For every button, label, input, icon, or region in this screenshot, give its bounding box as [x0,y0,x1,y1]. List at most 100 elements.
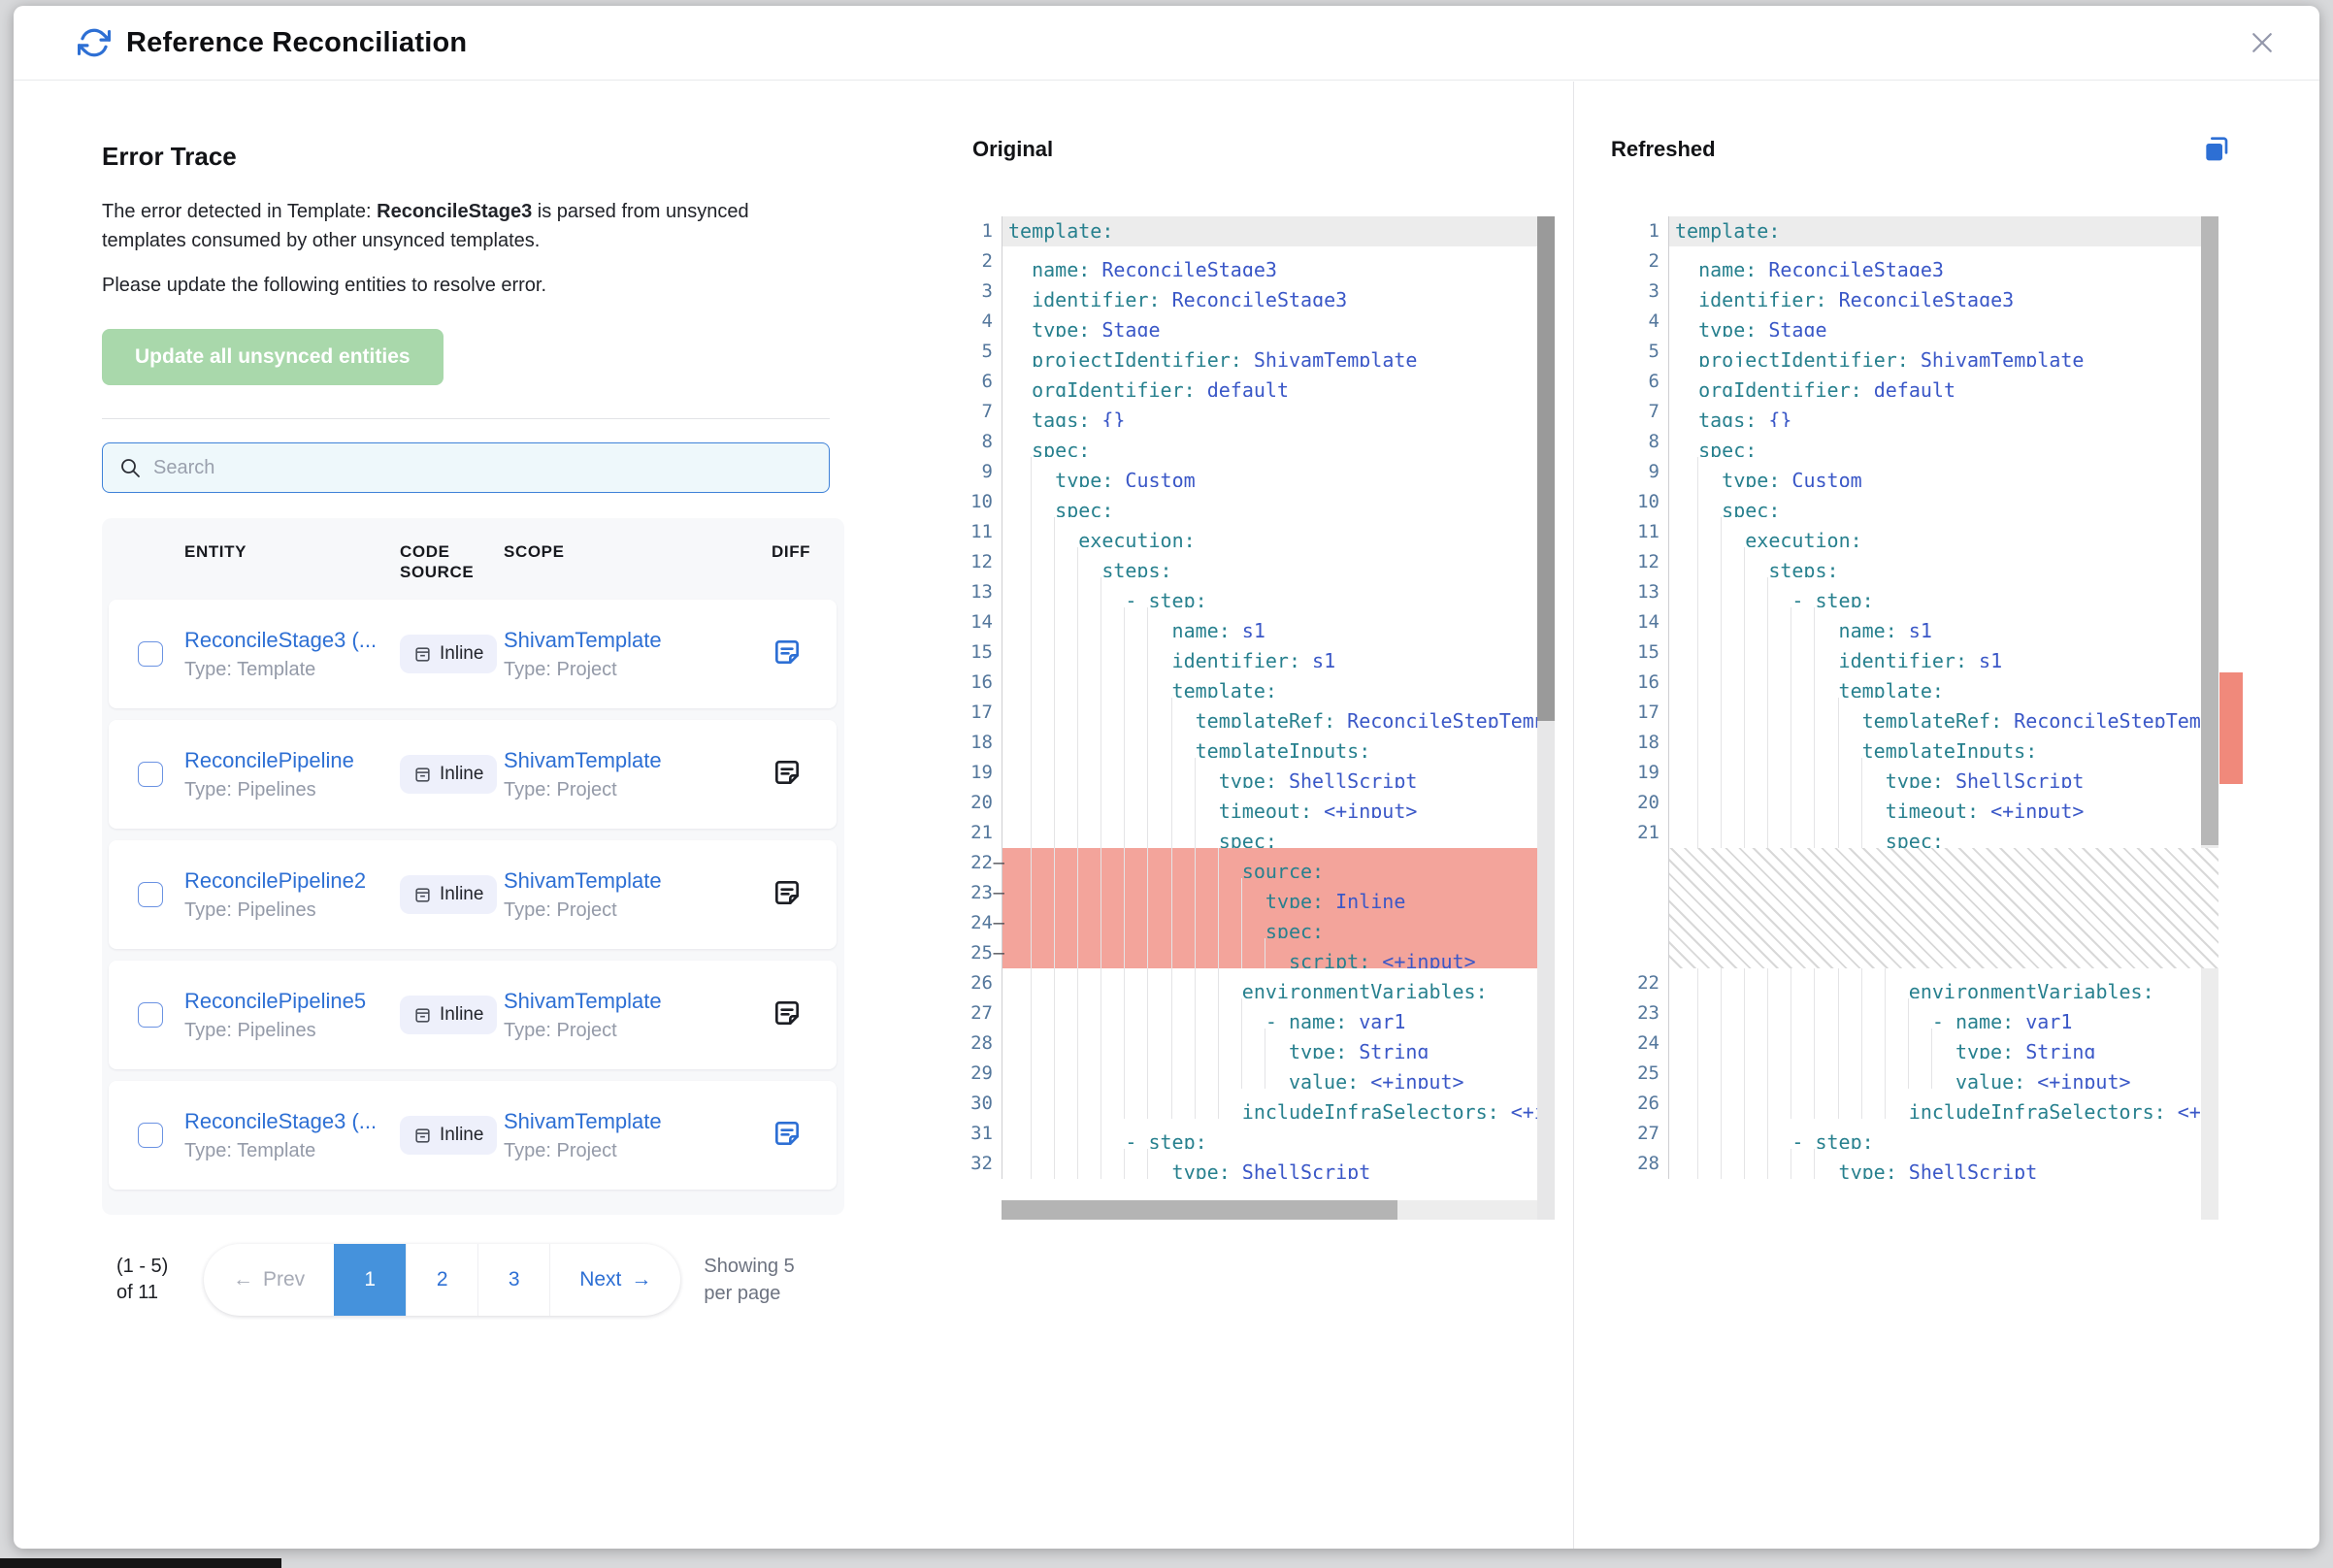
row-checkbox[interactable] [138,641,163,667]
line-number: 10 [961,487,1002,517]
column-header: DIFF [772,541,844,562]
original-vertical-scrollbar[interactable] [1537,216,1555,1220]
line-content: type: ShellScript [1668,758,2218,788]
code-line: 13 - step: [1627,577,2218,607]
diff-overview-marker [2219,672,2243,784]
line-content: name: s1 [1002,607,1555,637]
entity-link[interactable]: ReconcilePipeline5 [184,989,388,1014]
line-content: script: <+input> [1002,938,1555,968]
code-line: 14 name: s1 [1627,607,2218,637]
error-resolve-hint: Please update the following entities to … [102,271,844,300]
entity-link[interactable]: ReconcilePipeline2 [184,868,388,894]
line-content: identifier: s1 [1668,637,2218,668]
column-header: SCOPE [504,541,587,562]
line-content: type: Stage [1002,307,1555,337]
line-number: 11 [961,517,1002,547]
page-number-button[interactable]: 3 [477,1244,549,1316]
line-number: 3 [961,277,1002,307]
line-content: environmentVariables: [1668,968,2218,998]
line-number: 18 [1627,728,1668,758]
scope-link[interactable]: ShivamTemplate [504,628,707,653]
line-content: - name: var1 [1002,998,1555,1029]
search-input[interactable] [153,457,813,479]
next-page-button[interactable]: Next → [549,1244,680,1316]
copy-icon[interactable] [2201,134,2232,165]
line-content: name: s1 [1668,607,2218,637]
original-pane-header: Original [932,82,1573,216]
update-all-unsynced-entities-button[interactable]: Update all unsynced entities [102,329,444,385]
scope-type-label: Type: Project [504,779,772,801]
next-arrow-icon: → [631,1268,651,1291]
line-content: - step: [1668,1119,2218,1149]
code-line: 14 name: s1 [961,607,1555,637]
original-pane: Original 1 template: 2 name: ReconcileSt… [932,82,1574,1549]
row-checkbox[interactable] [138,1002,163,1028]
code-line: 32 type: ShellScript [961,1149,1555,1179]
line-number: 14 [1627,607,1668,637]
line-content: orgIdentifier: default [1668,367,2218,397]
code-source-label: Inline [440,1125,483,1146]
table-row: ReconcileStage3 (... Type: Template Inli… [109,1081,837,1190]
line-number: 1 [1627,216,1668,246]
line-content: tags: {} [1002,397,1555,427]
diff-note-icon[interactable] [772,1118,803,1149]
diff-note-icon[interactable] [772,757,803,788]
diff-note-icon[interactable] [772,877,803,908]
refreshed-vertical-scrollbar[interactable] [2201,216,2218,1220]
line-content: identifier: ReconcileStage3 [1002,277,1555,307]
scope-type-label: Type: Project [504,899,772,922]
scope-link[interactable]: ShivamTemplate [504,868,707,894]
row-checkbox[interactable] [138,762,163,787]
line-number: 22 [1627,968,1668,998]
close-icon[interactable] [2246,26,2279,59]
line-number: 21 [1627,818,1668,848]
refreshed-label: Refreshed [1611,137,1716,162]
row-checkbox[interactable] [138,882,163,907]
diff-note-icon[interactable] [772,997,803,1029]
row-checkbox[interactable] [138,1123,163,1148]
inline-store-icon [413,886,432,904]
dialog-body: Error Trace The error detected in Templa… [14,82,2319,1549]
line-number: 25 [1627,1059,1668,1089]
code-line: 18 templateInputs: [961,728,1555,758]
scope-link[interactable]: ShivamTemplate [504,1109,707,1134]
refreshed-vertical-scrollbar-thumb[interactable] [2201,216,2218,845]
diff-note-icon[interactable] [772,637,803,668]
line-content: orgIdentifier: default [1002,367,1555,397]
line-content: spec: [1668,818,2218,848]
code-line: 26 environmentVariables: [961,968,1555,998]
scope-link[interactable]: ShivamTemplate [504,989,707,1014]
line-number: 6 [961,367,1002,397]
line-content: spec: [1002,908,1555,938]
refreshed-code-editor[interactable]: 1 template: 2 name: ReconcileStage3 3 id… [1627,216,2218,1220]
entity-link[interactable]: ReconcilePipeline [184,748,388,773]
code-line: 15 identifier: s1 [1627,637,2218,668]
code-line: 27 - name: var1 [961,998,1555,1029]
line-number: 16 [1627,668,1668,698]
entity-link[interactable]: ReconcileStage3 (... [184,628,388,653]
code-line: 6 orgIdentifier: default [1627,367,2218,397]
line-content: steps: [1668,547,2218,577]
next-label: Next [579,1268,621,1291]
code-line: 7 tags: {} [961,397,1555,427]
prev-page-button[interactable]: ←Prev [204,1244,334,1316]
line-number: 9 [961,457,1002,487]
inline-store-icon [413,766,432,784]
entity-link[interactable]: ReconcileStage3 (... [184,1109,388,1134]
column-header: CODE SOURCE [400,541,483,582]
scope-link[interactable]: ShivamTemplate [504,748,707,773]
line-content: includeInfraSelectors: <+in [1668,1089,2218,1119]
page-number-button[interactable]: 2 [406,1244,477,1316]
original-code-editor[interactable]: 1 template: 2 name: ReconcileStage3 3 id… [961,216,1555,1220]
line-number: 30 [961,1089,1002,1119]
original-vertical-scrollbar-thumb[interactable] [1537,216,1555,721]
code-line: 19 type: ShellScript [1627,758,2218,788]
pagination-range: (1 - 5) of 11 [116,1254,177,1306]
original-horizontal-scrollbar[interactable] [1002,1200,1537,1220]
line-content: - step: [1002,577,1555,607]
code-line: 22 environmentVariables: [1627,968,2218,998]
page-number-button[interactable]: 1 [334,1244,406,1316]
original-horizontal-scrollbar-thumb[interactable] [1002,1200,1397,1220]
code-line: 21 spec: [961,818,1555,848]
dialog-header: Reference Reconciliation [14,6,2319,81]
